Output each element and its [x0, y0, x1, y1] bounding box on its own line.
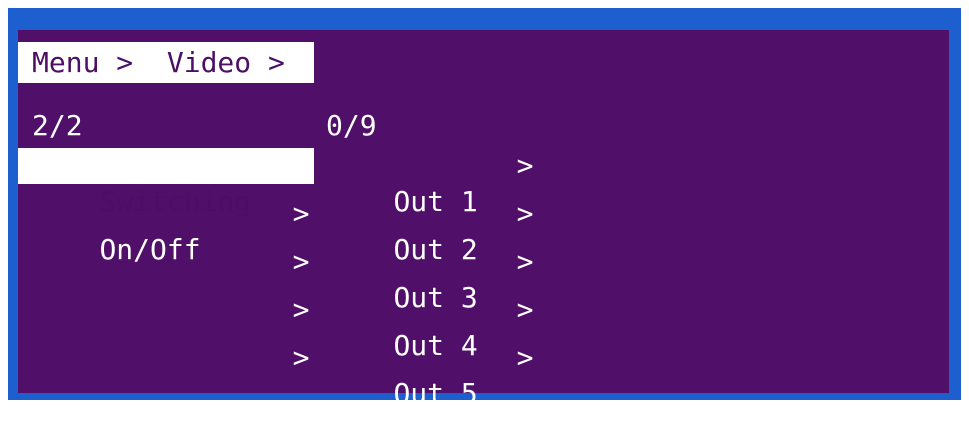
chevron-right-icon: >	[516, 245, 534, 278]
output-item-out-2[interactable]: Out 2	[326, 196, 546, 266]
breadcrumb: Menu > Video >	[18, 42, 314, 83]
output-item-out-3[interactable]: Out 3	[326, 244, 546, 314]
chevron-right-icon: >	[292, 341, 310, 374]
chevron-right-icon: >	[516, 197, 534, 230]
chevron-right-icon: >	[292, 245, 310, 278]
menu-item-label: On/Off	[99, 233, 201, 266]
chevron-right-icon: >	[516, 341, 534, 374]
right-menu-page-indicator: 0/9	[326, 109, 377, 142]
chevron-right-icon: >	[292, 293, 310, 326]
left-menu-page-indicator: 2/2	[32, 109, 83, 142]
osd-screen: Menu > Video > 2/2 0/9 Switching On/Off …	[18, 30, 949, 410]
output-item-out-5[interactable]: Out 5	[326, 340, 546, 410]
output-item-label: Out 5	[393, 377, 478, 410]
menu-item-switching[interactable]: Switching	[18, 148, 314, 218]
chevron-right-icon: >	[292, 149, 310, 182]
chevron-right-icon: >	[516, 149, 534, 182]
chevron-right-icon: >	[292, 197, 310, 230]
output-item-out-4[interactable]: Out 4	[326, 292, 546, 362]
menu-item-on-off[interactable]: On/Off	[18, 196, 314, 266]
chevron-right-icon: >	[516, 293, 534, 326]
output-item-out-1[interactable]: Out 1	[326, 148, 546, 218]
